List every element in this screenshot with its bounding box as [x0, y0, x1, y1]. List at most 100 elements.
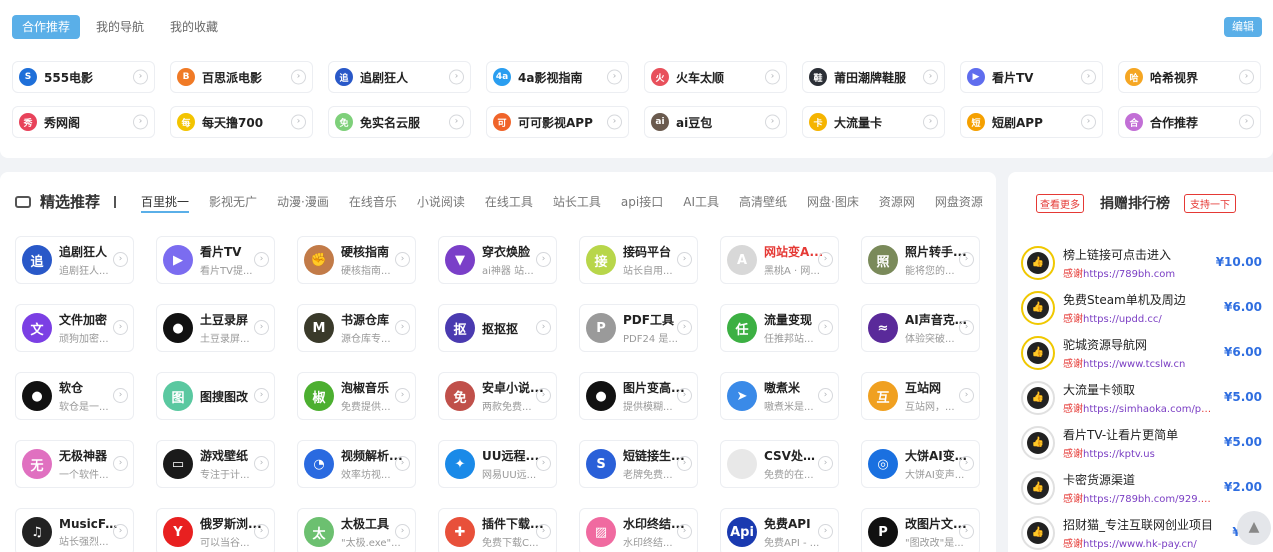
app-card[interactable]: 图图搜图改 ›	[156, 372, 275, 420]
site-card[interactable]: 鞋莆田潮牌鞋服 ›	[802, 61, 945, 93]
category-tab[interactable]: 动漫·漫画	[277, 193, 329, 213]
rank-item[interactable]: 👍 看片TV-让看片更简单 感谢https://kptv.us ¥5.00	[1021, 420, 1267, 465]
app-card[interactable]: ➤ 嗷煮米 嗷煮米是... ›	[720, 372, 839, 420]
site-card[interactable]: 合合作推荐 ›	[1118, 106, 1261, 138]
app-card[interactable]: 无无极神器 一个软件... ›	[15, 440, 134, 488]
category-tab[interactable]: 高清壁纸	[739, 193, 787, 213]
category-tab[interactable]: 站长工具	[553, 193, 601, 213]
app-card[interactable]: 文文件加密 顽狗加密... ›	[15, 304, 134, 352]
app-card[interactable]: 互互站网 互站网，... ›	[861, 372, 980, 420]
app-card[interactable]: ● 土豆录屏 土豆录屏... ›	[156, 304, 275, 352]
app-card[interactable]: ◔ 视频解析... 效率坊视... ›	[297, 440, 416, 488]
app-card[interactable]: ◎ 大饼AI变... 大饼AI变声... ›	[861, 440, 980, 488]
donor-link[interactable]: https://www.hk-pay.cn/	[1083, 539, 1197, 550]
app-card[interactable]: ♫ MusicFree 站长强烈... ›	[15, 508, 134, 552]
site-card[interactable]: 每每天撸700 ›	[170, 106, 313, 138]
donor-url[interactable]: 感谢https://www.hk-pay.cn/	[1063, 535, 1213, 550]
rank-item[interactable]: 👍 榜上链接可点击进入 感谢https://789bh.com ¥10.00	[1021, 240, 1267, 285]
donor-link[interactable]: https://789bh.com	[1083, 269, 1175, 280]
tab-partner[interactable]: 合作推荐	[12, 15, 81, 39]
donor-url[interactable]: 感谢https://kptv.us	[1063, 445, 1213, 460]
site-card[interactable]: 卡大流量卡 ›	[802, 106, 945, 138]
app-text: MusicFree 站长强烈...	[59, 517, 121, 548]
edit-button[interactable]: 编辑	[1224, 17, 1262, 37]
category-tab[interactable]: 影视无广	[209, 193, 257, 213]
app-card[interactable]: CSV处理... 免费的在... ›	[720, 440, 839, 488]
donor-url[interactable]: 感谢https://simhaoka.com/pho...	[1063, 400, 1213, 415]
app-card[interactable]: P PDF工具 PDF24 是... ›	[579, 304, 698, 352]
app-card[interactable]: M 书源仓库 源仓库专... ›	[297, 304, 416, 352]
donor-url[interactable]: 感谢https://updd.cc/	[1063, 310, 1213, 325]
donor-url[interactable]: 感谢https://789bh.com/929.html	[1063, 490, 1213, 505]
donor-url[interactable]: 感谢https://789bh.com	[1063, 265, 1213, 280]
app-card[interactable]: ▭ 游戏壁纸 专注于计... ›	[156, 440, 275, 488]
app-card[interactable]: P 改图片文... "图改改"是... ›	[861, 508, 980, 552]
site-card[interactable]: 免免实名云服 ›	[328, 106, 471, 138]
arrow-right-icon: ›	[113, 524, 128, 539]
app-card[interactable]: ✊ 硬核指南 硬核指南... ›	[297, 236, 416, 284]
site-logo-icon: 秀	[19, 113, 37, 131]
app-card[interactable]: S 短链接生... 老牌免费... ›	[579, 440, 698, 488]
site-card[interactable]: 火火车太顺 ›	[644, 61, 787, 93]
app-card[interactable]: ● 软仓 软仓是一... ›	[15, 372, 134, 420]
category-tab[interactable]: AI工具	[683, 193, 719, 213]
site-card[interactable]: 秀秀网阁 ›	[12, 106, 155, 138]
app-card[interactable]: 椒泡椒音乐 免费提供... ›	[297, 372, 416, 420]
site-card[interactable]: 哈哈希视界 ›	[1118, 61, 1261, 93]
app-card[interactable]: 照照片转手... 能将您的... ›	[861, 236, 980, 284]
view-more-button[interactable]: 查看更多	[1036, 193, 1084, 213]
rank-item[interactable]: 👍 驼城资源导航网 感谢https://www.tcslw.cn ¥6.00	[1021, 330, 1267, 375]
category-tab[interactable]: 小说阅读	[417, 193, 465, 213]
site-card[interactable]: ai ai豆包 ›	[644, 106, 787, 138]
app-card[interactable]: 任流量变现 任推邦站... ›	[720, 304, 839, 352]
rank-item[interactable]: 👍 大流量卡领取 感谢https://simhaoka.com/pho... ¥5.0…	[1021, 375, 1267, 420]
app-card[interactable]: Y 俄罗斯浏... 可以当谷... ›	[156, 508, 275, 552]
tab-my-nav[interactable]: 我的导航	[86, 15, 154, 39]
support-button[interactable]: 支持一下	[1184, 193, 1236, 213]
donor-link[interactable]: https://789bh.com/929.html	[1083, 494, 1213, 505]
category-tab[interactable]: 百里挑一	[141, 193, 190, 213]
app-card[interactable]: ▶ 看片TV 看片TV提... ›	[156, 236, 275, 284]
category-tab[interactable]: 在线工具	[485, 193, 533, 213]
app-card[interactable]: ✦ UU远程... 网易UU远... ›	[438, 440, 557, 488]
category-tab[interactable]: 网盘资源	[935, 193, 983, 213]
site-card[interactable]: 短短剧APP ›	[960, 106, 1103, 138]
app-card[interactable]: 免安卓小说... 两款免费... ›	[438, 372, 557, 420]
app-card[interactable]: 接接码平台 站长自用... ›	[579, 236, 698, 284]
donor-link[interactable]: https://kptv.us	[1083, 449, 1155, 460]
app-card[interactable]: A 网站变A... 黑桃A · 网... ›	[720, 236, 839, 284]
tab-my-favorites[interactable]: 我的收藏	[160, 15, 228, 39]
site-card[interactable]: S 555电影 ›	[12, 61, 155, 93]
app-card[interactable]: ✚ 插件下载... 免费下载C... ›	[438, 508, 557, 552]
site-logo-icon: 鞋	[809, 68, 827, 86]
app-card[interactable]: 抠抠抠抠 ›	[438, 304, 557, 352]
rank-item[interactable]: 👍 卡密货源渠道 感谢https://789bh.com/929.html ¥2.00	[1021, 465, 1267, 510]
donation-amount: ¥10.00	[1215, 255, 1262, 269]
site-card[interactable]: ▶ 看片TV ›	[960, 61, 1103, 93]
app-card[interactable]: 太太极工具 "太极.exe"... ›	[297, 508, 416, 552]
back-to-top-button[interactable]: ▲	[1237, 511, 1271, 545]
site-card[interactable]: 可可可影视APP ›	[486, 106, 629, 138]
category-tab[interactable]: api接口	[621, 193, 663, 213]
app-card[interactable]: ▨ 水印终结... 水印终结... ›	[579, 508, 698, 552]
site-card[interactable]: 4a 4a影视指南 ›	[486, 61, 629, 93]
category-tab[interactable]: 网盘·图床	[807, 193, 859, 213]
category-tab[interactable]: 在线音乐	[349, 193, 397, 213]
arrow-right-icon: ›	[536, 524, 551, 539]
arrow-right-icon: ›	[959, 388, 974, 403]
donor-url[interactable]: 感谢https://www.tcslw.cn	[1063, 355, 1213, 370]
donor-link[interactable]: https://updd.cc/	[1083, 314, 1162, 325]
app-card[interactable]: Api 免费API 免费API - ... ›	[720, 508, 839, 552]
rank-item[interactable]: 👍 免费Steam单机及周边 感谢https://updd.cc/ ¥6.00	[1021, 285, 1267, 330]
site-card[interactable]: 追追剧狂人 ›	[328, 61, 471, 93]
app-card[interactable]: ≈ AI声音克... 体验突破... ›	[861, 304, 980, 352]
site-card[interactable]: B 百思派电影 ›	[170, 61, 313, 93]
donor-link[interactable]: https://www.tcslw.cn	[1083, 359, 1185, 370]
app-text: 泡椒音乐 免费提供...	[341, 379, 403, 413]
app-card[interactable]: ● 图片变高... 提供模糊... ›	[579, 372, 698, 420]
donor-link[interactable]: https://simhaoka.com/pho...	[1083, 404, 1213, 415]
rank-item[interactable]: 👍招财猫_专注互联网创业项目感谢https://www.hk-pay.cn/¥2…	[1021, 510, 1267, 552]
app-card[interactable]: 追追剧狂人 追剧狂人... ›	[15, 236, 134, 284]
app-card[interactable]: ▼ 穿衣焕脸 ai神器 站... ›	[438, 236, 557, 284]
category-tab[interactable]: 资源网	[879, 193, 915, 213]
